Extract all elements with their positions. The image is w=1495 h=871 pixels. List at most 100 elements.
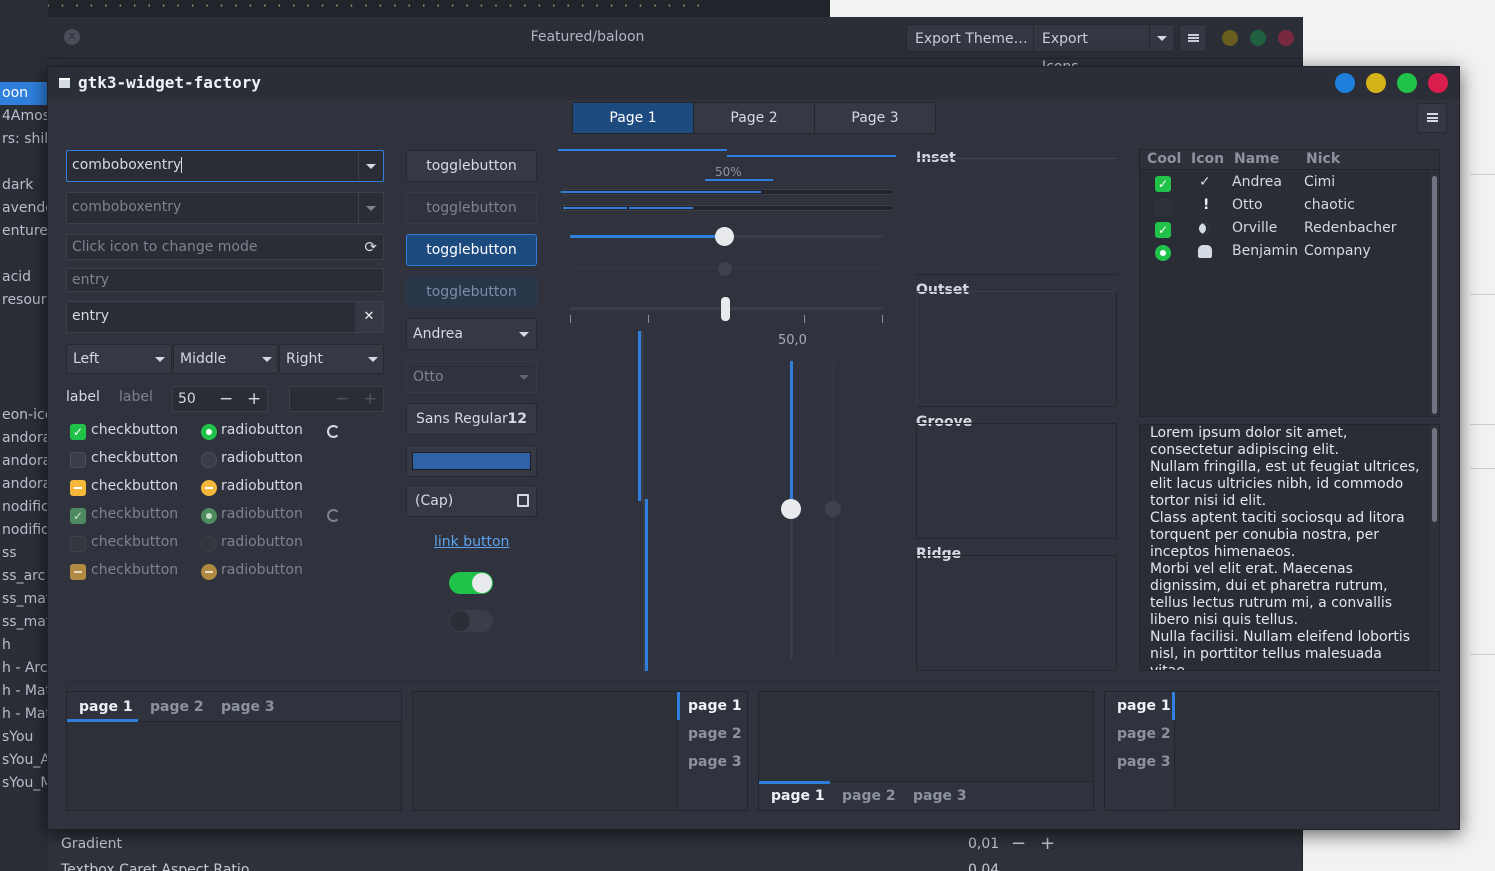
link-button[interactable]: link button [434, 534, 509, 550]
sidebar-item[interactable]: sYou_A [0, 749, 48, 772]
comboboxentry-1[interactable]: comboboxentry [66, 150, 384, 182]
color-button[interactable] [406, 445, 537, 477]
notebook-top-tab-1[interactable]: page 1 [79, 699, 133, 715]
caret-ratio-value[interactable]: 0,04 [968, 862, 999, 871]
comboboxentry-2-text[interactable]: comboboxentry [72, 199, 181, 215]
gradient-value[interactable]: 0,01 [968, 836, 999, 852]
notebook-bottom-tab-2[interactable]: page 2 [842, 788, 896, 804]
row-check[interactable]: ✓ [1155, 176, 1171, 192]
tab-page-1[interactable]: Page 1 [573, 103, 694, 133]
header-name[interactable]: Name [1234, 151, 1279, 167]
table-row[interactable]: ✓ Orville Redenbacher [1140, 218, 1430, 241]
plus-icon[interactable]: + [247, 387, 261, 411]
header-cool[interactable]: Cool [1147, 151, 1181, 167]
window-menu-button[interactable] [1417, 103, 1447, 133]
window-button-blue[interactable] [1335, 73, 1355, 93]
table-row[interactable]: ! Otto chaotic [1140, 195, 1430, 218]
sidebar-item[interactable]: oon [0, 82, 48, 105]
sidebar-item[interactable] [0, 151, 48, 174]
combo-left[interactable]: Left [66, 344, 172, 374]
comboboxentry-1-dropdown[interactable] [358, 151, 383, 181]
sidebar-item[interactable]: acid [0, 266, 48, 289]
sidebar-item[interactable]: h - Mat [0, 703, 48, 726]
scale-handle[interactable] [781, 499, 801, 519]
tab-page-3[interactable]: Page 3 [815, 103, 935, 133]
sidebar-item[interactable] [0, 312, 48, 335]
entry-value[interactable]: entry [72, 308, 109, 324]
row-check[interactable]: ✓ [1155, 222, 1171, 238]
sidebar-item[interactable]: ss_mat [0, 611, 48, 634]
scale-handle[interactable] [721, 297, 730, 321]
table-row[interactable]: Benjamin Company [1140, 241, 1430, 264]
checkbutton-2[interactable]: checkbutton [91, 450, 178, 466]
sidebar-item[interactable]: andora- [0, 427, 48, 450]
radiobutton-1[interactable]: radiobutton [221, 422, 303, 438]
sidebar-item[interactable] [0, 358, 48, 381]
export-theme-button[interactable]: Export Theme… [906, 24, 1037, 52]
notebook-left-tab-3[interactable]: page 3 [1117, 754, 1171, 770]
sidebar-item[interactable] [0, 243, 48, 266]
notebook-right-tab-3[interactable]: page 3 [688, 754, 742, 770]
header-icon[interactable]: Icon [1191, 151, 1224, 167]
sidebar-item[interactable]: eon-ico [0, 404, 48, 427]
radiobutton-2-dot[interactable] [201, 452, 217, 468]
minus-icon[interactable]: − [219, 387, 233, 411]
scale-horizontal-1[interactable] [570, 227, 883, 247]
notebook-bottom-tab-3[interactable]: page 3 [913, 788, 967, 804]
scale-horizontal-3[interactable] [570, 295, 883, 325]
gradient-increment-button[interactable]: + [1040, 833, 1055, 854]
export-dropdown-button[interactable] [1149, 24, 1175, 52]
sidebar-item[interactable] [0, 335, 48, 358]
refresh-icon[interactable]: ⟳ [364, 235, 377, 259]
sidebar-item[interactable]: avende [0, 197, 48, 220]
file-chooser-button[interactable]: (Cap) [406, 485, 537, 517]
checkbutton-1[interactable]: checkbutton [91, 422, 178, 438]
notebook-right-tab-1[interactable]: page 1 [688, 698, 742, 714]
spin-button[interactable]: 50 − + [172, 386, 268, 412]
spin-value[interactable]: 50 [178, 391, 196, 407]
sidebar-item[interactable] [0, 381, 48, 404]
comboboxentry-2[interactable]: comboboxentry [66, 192, 384, 224]
combo-right[interactable]: Right [279, 344, 384, 374]
notebook-left-tab-1[interactable]: page 1 [1117, 698, 1171, 714]
sidebar-item[interactable]: andora- [0, 450, 48, 473]
sidebar-item[interactable]: h [0, 634, 48, 657]
mode-entry[interactable]: Click icon to change mode ⟳ [66, 234, 384, 260]
export-icons-button[interactable]: Export Icons… [1033, 24, 1151, 75]
sidebar-item[interactable]: andora- [0, 473, 48, 496]
tab-page-2[interactable]: Page 2 [694, 103, 815, 133]
header-nick[interactable]: Nick [1306, 151, 1340, 167]
editor-minimize-button[interactable] [1222, 30, 1238, 46]
radiobutton-3[interactable]: radiobutton [221, 478, 303, 494]
table-row[interactable]: ✓ ✓ Andrea Cimi [1140, 172, 1430, 195]
checkbutton-1-box[interactable]: ✓ [70, 424, 86, 440]
font-button[interactable]: Sans Regular 12 [406, 403, 537, 435]
sidebar-item[interactable]: nodific [0, 519, 48, 542]
sidebar-item[interactable]: dark [0, 174, 48, 197]
checkbutton-3-box[interactable] [70, 480, 86, 496]
treeview-scrollbar[interactable] [1430, 170, 1439, 416]
sidebar-item[interactable]: ss_mat [0, 588, 48, 611]
sidebar-item[interactable]: ss [0, 542, 48, 565]
comboboxentry-2-dropdown[interactable] [358, 193, 383, 223]
notebook-left-tab-2[interactable]: page 2 [1117, 726, 1171, 742]
switch-off[interactable] [449, 610, 493, 632]
togglebutton-3[interactable]: togglebutton [406, 234, 537, 266]
sidebar-item[interactable]: sYou [0, 726, 48, 749]
textview-content[interactable]: Lorem ipsum dolor sit amet, consectetur … [1150, 425, 1420, 670]
scale-vertical-1[interactable] [636, 331, 650, 671]
combo-andrea[interactable]: Andrea [406, 318, 537, 350]
sidebar-item[interactable]: enture_ [0, 220, 48, 243]
entry-field[interactable]: entry ✕ [66, 301, 384, 333]
window-minimize-button[interactable] [1366, 73, 1386, 93]
radiobutton-2[interactable]: radiobutton [221, 450, 303, 466]
clear-icon[interactable]: ✕ [355, 302, 383, 332]
comboboxentry-1-text[interactable]: comboboxentry [72, 157, 181, 173]
row-check[interactable] [1155, 199, 1171, 215]
notebook-top-tab-2[interactable]: page 2 [150, 699, 204, 715]
sidebar-item[interactable]: h - Mat [0, 680, 48, 703]
textview-scrollbar[interactable] [1430, 425, 1439, 670]
checkbutton-3[interactable]: checkbutton [91, 478, 178, 494]
sidebar-item[interactable]: 4Amos [0, 105, 48, 128]
gradient-decrement-button[interactable]: − [1011, 833, 1026, 854]
